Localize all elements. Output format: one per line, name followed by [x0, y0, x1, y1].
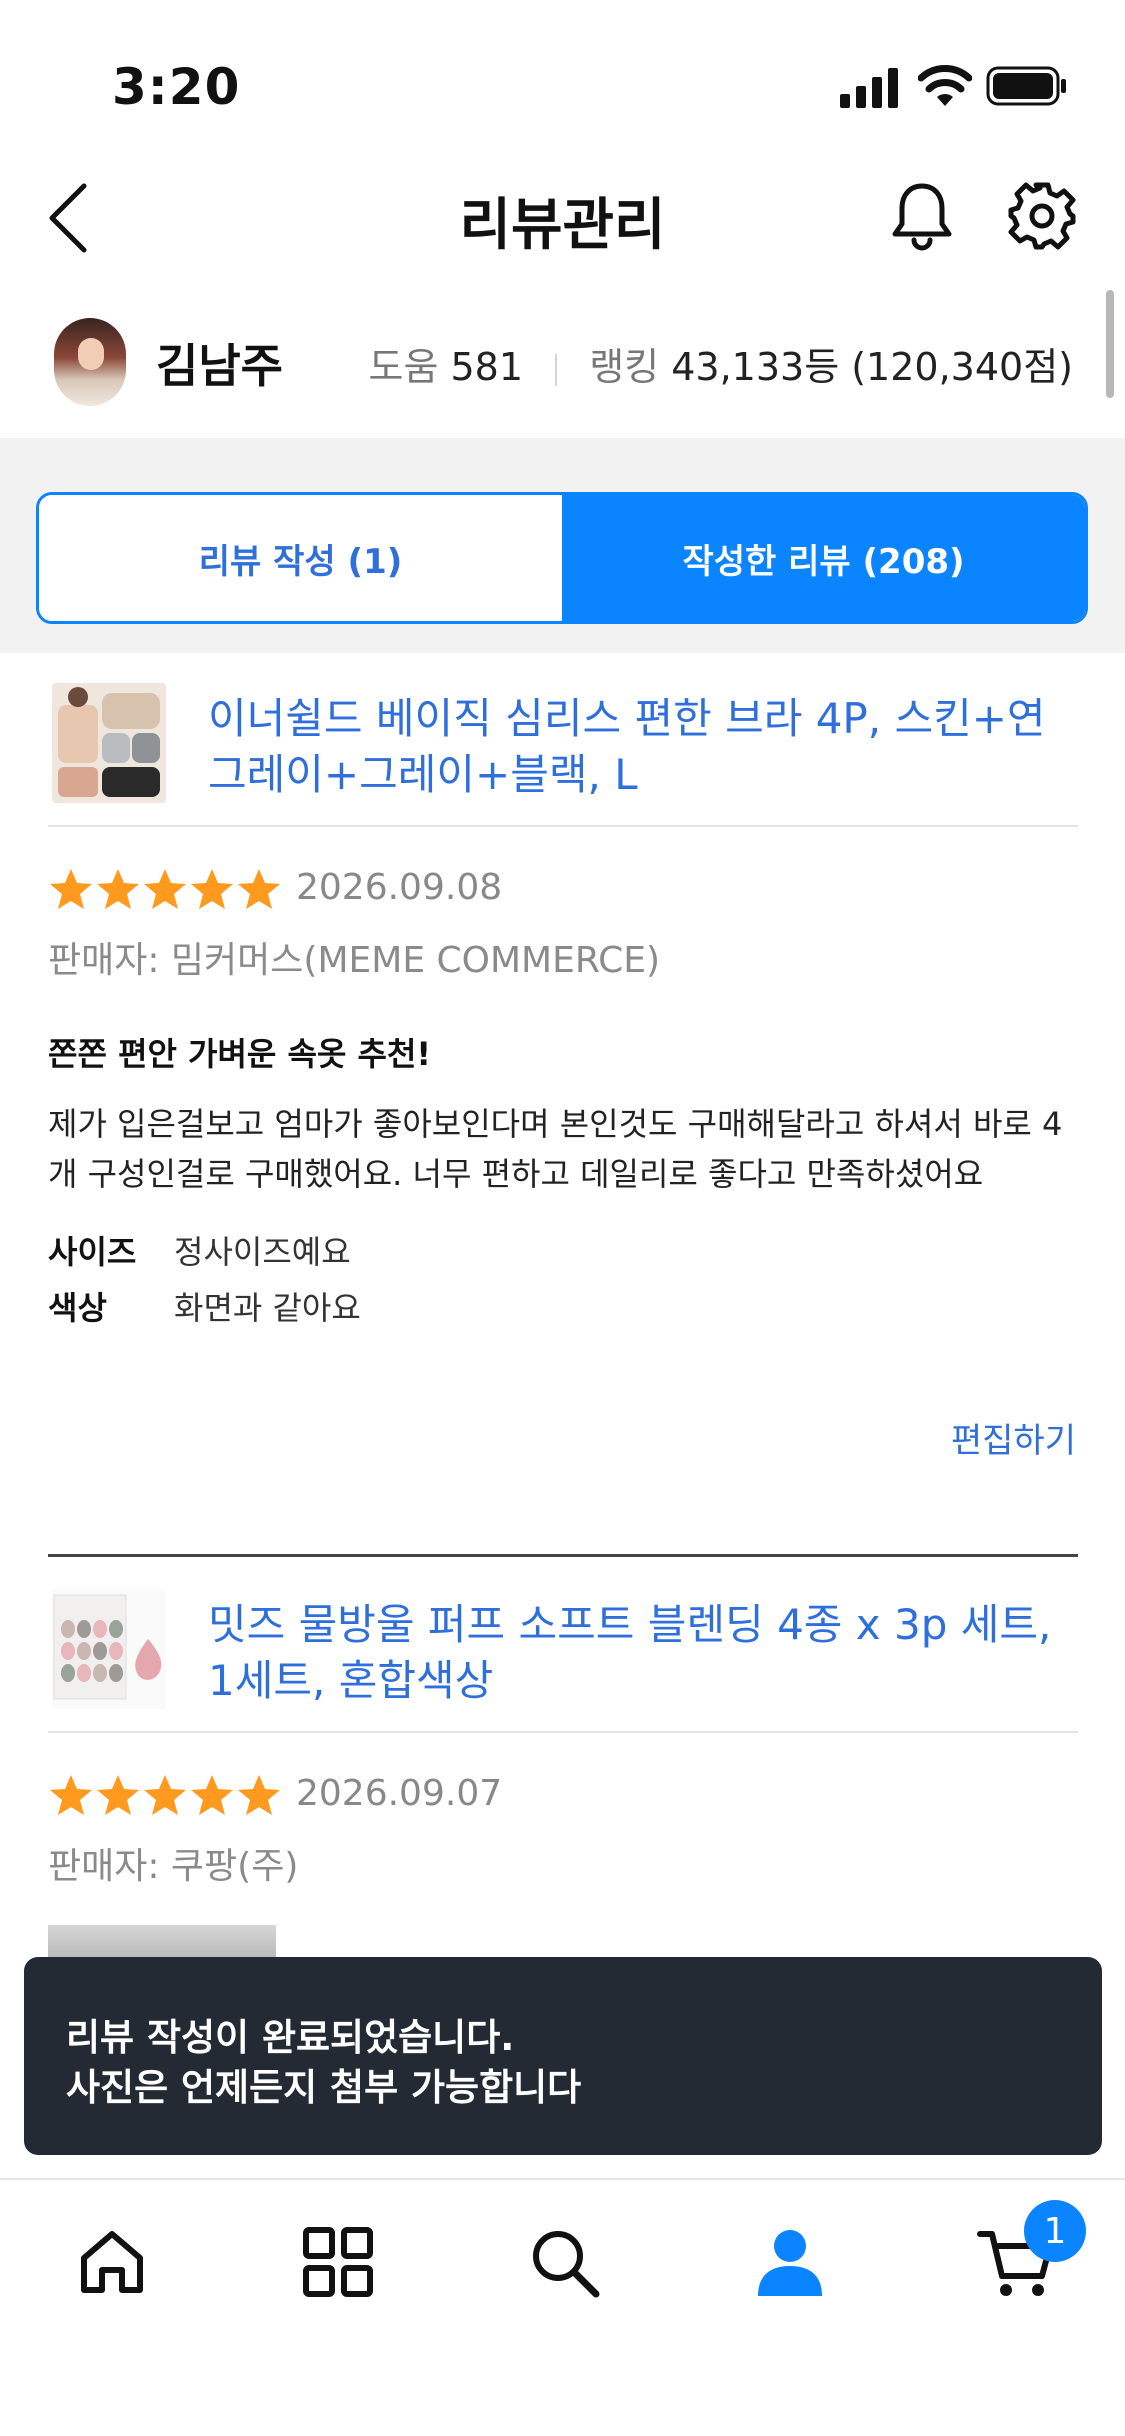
avatar[interactable] [54, 318, 126, 406]
scrollbar[interactable] [1106, 290, 1114, 398]
review-photo[interactable] [48, 1925, 276, 1957]
section-divider [48, 1554, 1078, 1557]
profile-icon[interactable] [750, 2222, 830, 2302]
edit-review-link[interactable]: 편집하기 [951, 1413, 1076, 1462]
product-row[interactable]: 이너쉴드 베이직 심리스 편한 브라 4P, 스킨+연그레이+그레이+블랙, L [48, 653, 1078, 827]
star-icon [144, 869, 186, 909]
attribute-key: 색상 [48, 1289, 107, 1327]
seller-name: 판매자: 밈커머스(MEME COMMERCE) [48, 940, 661, 981]
categories-icon[interactable] [298, 2222, 378, 2302]
profile-name: 김남주 [156, 339, 283, 393]
help-count: 581 [450, 345, 524, 389]
profile-summary: 김남주 도움 581 랭킹 43,133등 (120,340점) [0, 300, 1125, 440]
bell-icon[interactable] [888, 180, 956, 252]
product-title[interactable]: 밋즈 물방울 퍼프 소프트 블렌딩 4종 x 3p 세트, 1세트, 혼합색상 [208, 1597, 1068, 1709]
status-bar: 3:20 [0, 0, 1125, 150]
star-icon [97, 1775, 139, 1815]
cellular-signal-icon [840, 68, 898, 108]
review-body: 제가 입은걸보고 엄마가 좋아보인다며 본인것도 구매해달라고 하셔서 바로 4… [48, 1105, 1063, 1193]
star-rating [48, 867, 283, 913]
home-icon[interactable] [72, 2222, 152, 2302]
review-item: 이너쉴드 베이직 심리스 편한 브라 4P, 스킨+연그레이+그레이+블랙, L… [48, 653, 1078, 1461]
stats-divider [555, 353, 558, 386]
page-title: 리뷰관리 [459, 193, 666, 258]
review-headline: 쫀쫀 편안 가벼운 속옷 추천! [48, 1035, 431, 1073]
tab-written-reviews[interactable]: 작성한 리뷰 (208) [562, 495, 1085, 621]
gear-icon[interactable] [1006, 180, 1078, 252]
star-rating [48, 1773, 283, 1819]
tab-write-review[interactable]: 리뷰 작성 (1) [39, 495, 562, 621]
rating-row: 2026.09.07 [48, 1733, 1078, 1815]
toast-message: 리뷰 작성이 완료되었습니다. 사진은 언제든지 첨부 가능합니다 [24, 1957, 1102, 2155]
product-row[interactable]: 밋즈 물방울 퍼프 소프트 블렌딩 4종 x 3p 세트, 1세트, 혼합색상 [48, 1559, 1078, 1733]
attribute-row: 색상 화면과 같아요 [48, 1283, 1078, 1329]
ranking-label: 랭킹 [589, 345, 660, 389]
bottom-nav: 1 [0, 2178, 1125, 2436]
app-header: 리뷰관리 [0, 150, 1125, 280]
attribute-key: 사이즈 [48, 1233, 137, 1271]
attribute-value: 정사이즈예요 [174, 1233, 351, 1271]
review-tabs: 리뷰 작성 (1) 작성한 리뷰 (208) [36, 492, 1088, 624]
profile-stats: 도움 581 랭킹 43,133등 (120,340점) [368, 336, 1073, 391]
star-icon [191, 1775, 233, 1815]
review-date: 2026.09.07 [296, 1773, 503, 1814]
review-date: 2026.09.08 [296, 867, 503, 908]
star-icon [238, 1775, 280, 1815]
attribute-value: 화면과 같아요 [174, 1289, 361, 1327]
star-icon [191, 869, 233, 909]
review-attributes: 사이즈 정사이즈예요 색상 화면과 같아요 [48, 1227, 1078, 1329]
product-thumbnail[interactable] [52, 1589, 166, 1709]
seller-name: 판매자: 쿠팡(주) [48, 1846, 299, 1887]
wifi-icon [918, 65, 972, 106]
product-thumbnail[interactable] [52, 683, 166, 803]
rating-row: 2026.09.08 [48, 827, 1078, 909]
tab-band: 리뷰 작성 (1) 작성한 리뷰 (208) [0, 438, 1125, 653]
search-icon[interactable] [524, 2222, 604, 2302]
star-icon [97, 869, 139, 909]
toast-line-1: 리뷰 작성이 완료되었습니다. [66, 2016, 515, 2059]
toast-line-2: 사진은 언제든지 첨부 가능합니다 [66, 2066, 582, 2109]
review-item: 밋즈 물방울 퍼프 소프트 블렌딩 4종 x 3p 세트, 1세트, 혼합색상 … [48, 1559, 1078, 1889]
star-icon [50, 1775, 92, 1815]
ranking-value: 43,133등 (120,340점) [671, 345, 1073, 389]
product-title[interactable]: 이너쉴드 베이직 심리스 편한 브라 4P, 스킨+연그레이+그레이+블랙, L [208, 691, 1068, 803]
status-time: 3:20 [112, 58, 241, 116]
cart-count-badge: 1 [1024, 2200, 1086, 2262]
help-label: 도움 [368, 345, 439, 389]
star-icon [238, 869, 280, 909]
battery-icon [986, 66, 1066, 106]
star-icon [50, 869, 92, 909]
star-icon [144, 1775, 186, 1815]
attribute-row: 사이즈 정사이즈예요 [48, 1227, 1078, 1273]
